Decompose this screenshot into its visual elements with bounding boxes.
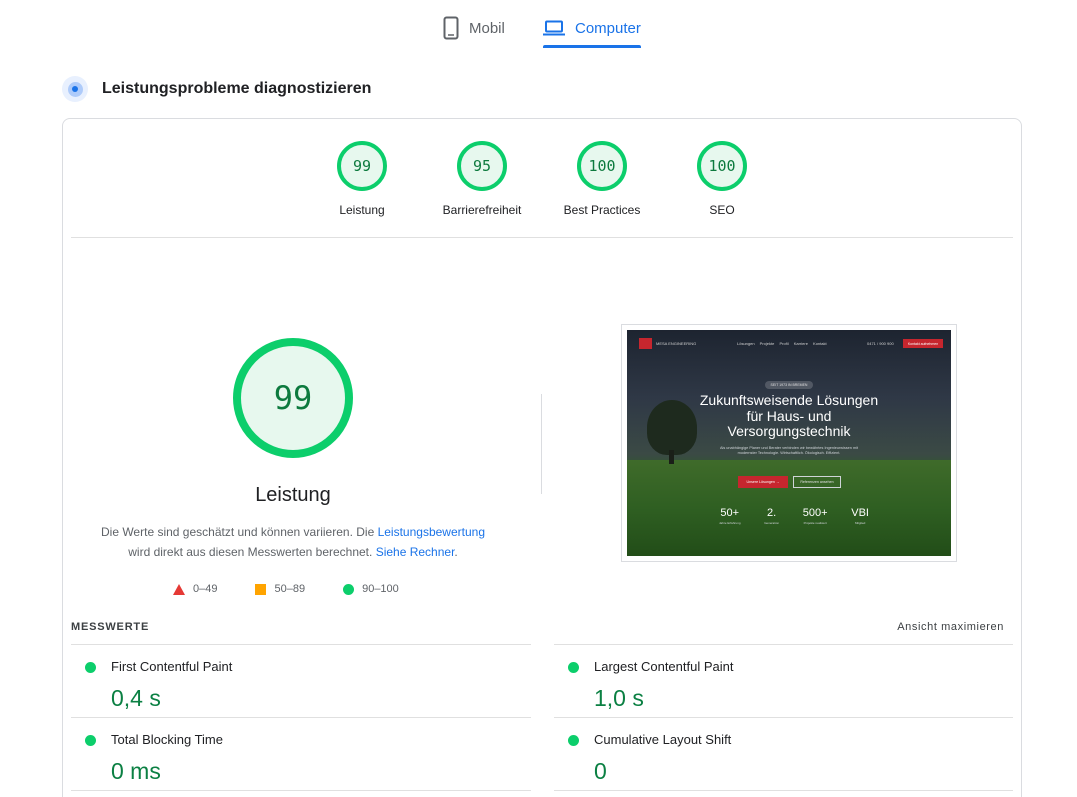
screenshot-tree-trunk xyxy=(669,450,674,464)
expand-view-toggle[interactable]: Ansicht maximieren xyxy=(897,621,1004,633)
screenshot-hero: Zukunftsweisende Lösungen für Haus- und … xyxy=(627,392,951,440)
gauge-performance[interactable]: 99 Leistung xyxy=(302,141,422,217)
gauge-label: SEO xyxy=(709,203,735,217)
legend-pass: 90–100 xyxy=(343,583,399,595)
gauge-accessibility[interactable]: 95 Barrierefreiheit xyxy=(422,141,542,217)
metric-value: 0,4 s xyxy=(111,685,161,711)
legend-average: 50–89 xyxy=(255,583,305,595)
desc-text-2: wird direkt aus diesen Messwerten berech… xyxy=(128,545,376,559)
hero-line: Zukunftsweisende Lösungen xyxy=(699,392,879,408)
metric-name: Total Blocking Time xyxy=(111,732,223,747)
score-description: Die Werte sind geschätzt und können vari… xyxy=(83,522,503,562)
fail-triangle-icon xyxy=(173,583,185,595)
metric-value: 1,0 s xyxy=(594,685,644,711)
smartphone-icon xyxy=(443,16,459,40)
tab-desktop-label: Computer xyxy=(575,19,641,37)
lab-data-icon xyxy=(62,76,88,102)
diagnose-header: Leistungsprobleme diagnostizieren xyxy=(62,76,371,102)
screenshot-stat: 500+ Projekte realisiert xyxy=(803,507,828,525)
final-screenshot[interactable]: MESA ENGINEERING Lösungen Projekte Profi… xyxy=(621,324,957,562)
category-gauges: 99 Leistung 95 Barrierefreiheit 100 Best… xyxy=(63,141,1023,237)
pass-circle-icon xyxy=(568,735,579,746)
metrics-title: MESSWERTE xyxy=(71,621,150,633)
screenshot-stat: VBI Mitglied xyxy=(851,507,869,525)
metric-divider xyxy=(554,790,1013,791)
legend-range: 90–100 xyxy=(362,583,399,595)
metric-lcp: Largest Contentful Paint 1,0 s xyxy=(554,654,994,726)
score-legend: 0–49 50–89 90–100 xyxy=(173,582,437,596)
gauge-label: Best Practices xyxy=(563,203,641,217)
metric-divider xyxy=(71,790,531,791)
screenshot-secondary-button: Referenzen ansehen xyxy=(793,476,841,488)
performance-score-gauge: 99 xyxy=(233,338,353,458)
screenshot-stat: 50+ Jahre Erfahrung xyxy=(719,507,741,525)
gauge-score: 95 xyxy=(457,141,507,191)
gauges-divider xyxy=(71,237,1013,238)
metric-fcp: First Contentful Paint 0,4 s xyxy=(71,654,511,726)
metric-divider xyxy=(554,644,1013,645)
screenshot-subtext: Als unabhängige Planer und Berater verbi… xyxy=(719,446,859,455)
screenshot-stat: 2. Generation xyxy=(764,507,779,525)
section-divider xyxy=(541,394,542,494)
screenshot-nav-links: Lösungen Projekte Profil Karriere Kontak… xyxy=(737,341,827,346)
gauge-seo[interactable]: 100 SEO xyxy=(662,141,782,217)
site-logo-text: MESA ENGINEERING xyxy=(656,340,697,346)
legend-range: 50–89 xyxy=(274,583,306,595)
metric-value: 0 xyxy=(594,758,607,784)
tab-desktop[interactable]: Computer xyxy=(543,10,641,48)
stat-value: VBI xyxy=(851,507,869,519)
screenshot-stats: 50+ Jahre Erfahrung 2. Generation 500+ P… xyxy=(719,507,869,525)
metric-tbt: Total Blocking Time 0 ms xyxy=(71,727,511,797)
gauge-best-practices[interactable]: 100 Best Practices xyxy=(542,141,662,217)
stat-value: 500+ xyxy=(802,507,828,519)
site-logo-icon xyxy=(639,337,652,349)
desc-text-1: Die Werte sind geschätzt und können vari… xyxy=(100,525,378,539)
metric-divider xyxy=(71,644,531,645)
gauge-score: 99 xyxy=(337,141,387,191)
hero-line: Versorgungstechnik xyxy=(727,423,851,439)
stat-label: Jahre Erfahrung xyxy=(719,521,741,525)
diagnose-title: Leistungsprobleme diagnostizieren xyxy=(102,80,372,97)
metric-name: First Contentful Paint xyxy=(111,659,233,674)
metric-divider xyxy=(71,717,531,718)
stat-label: Projekte realisiert xyxy=(803,521,827,525)
tab-mobile-label: Mobil xyxy=(469,19,505,37)
screenshot-nav-cta: Kontakt aufnehmen xyxy=(903,339,943,348)
performance-scoring-link[interactable]: Leistungsbewertung xyxy=(378,525,485,539)
legend-fail: 0–49 xyxy=(173,583,217,595)
screenshot-pill: SEIT 1973 IN BREMEN xyxy=(765,381,813,389)
gauge-score: 100 xyxy=(697,141,747,191)
metric-name: Largest Contentful Paint xyxy=(594,659,734,674)
metric-cls: Cumulative Layout Shift 0 xyxy=(554,727,994,797)
metric-name: Cumulative Layout Shift xyxy=(594,732,732,747)
pass-circle-icon xyxy=(568,662,579,673)
screenshot-primary-button: Unsere Lösungen → xyxy=(738,476,788,488)
stat-label: Mitglied xyxy=(854,521,866,525)
stat-label: Generation xyxy=(764,521,780,525)
screenshot-nav-phone: 0471 / 900 900 xyxy=(867,341,894,346)
hero-line: für Haus- und xyxy=(746,407,832,424)
pass-circle-icon xyxy=(85,662,96,673)
gauge-score: 100 xyxy=(577,141,627,191)
page-screenshot: MESA ENGINEERING Lösungen Projekte Profi… xyxy=(627,330,951,556)
report-card: 99 Leistung 95 Barrierefreiheit 100 Best… xyxy=(62,118,1022,797)
pass-circle-icon xyxy=(85,735,96,746)
performance-score-label: Leistung xyxy=(255,484,331,506)
metric-value: 0 ms xyxy=(111,758,161,784)
tab-mobile[interactable]: Mobil xyxy=(443,10,505,46)
pass-circle-icon xyxy=(343,583,355,595)
laptop-icon xyxy=(543,20,565,36)
desc-text-3: . xyxy=(454,545,458,559)
gauge-label: Leistung xyxy=(339,203,385,217)
calculator-link[interactable]: Siehe Rechner xyxy=(376,545,455,559)
stat-value: 2. xyxy=(767,507,777,519)
average-square-icon xyxy=(255,583,267,595)
gauge-label: Barrierefreiheit xyxy=(442,203,522,217)
legend-range: 0–49 xyxy=(193,583,218,595)
metric-divider xyxy=(554,717,1013,718)
device-tabs: Mobil Computer xyxy=(0,0,1077,50)
stat-value: 50+ xyxy=(720,507,740,519)
